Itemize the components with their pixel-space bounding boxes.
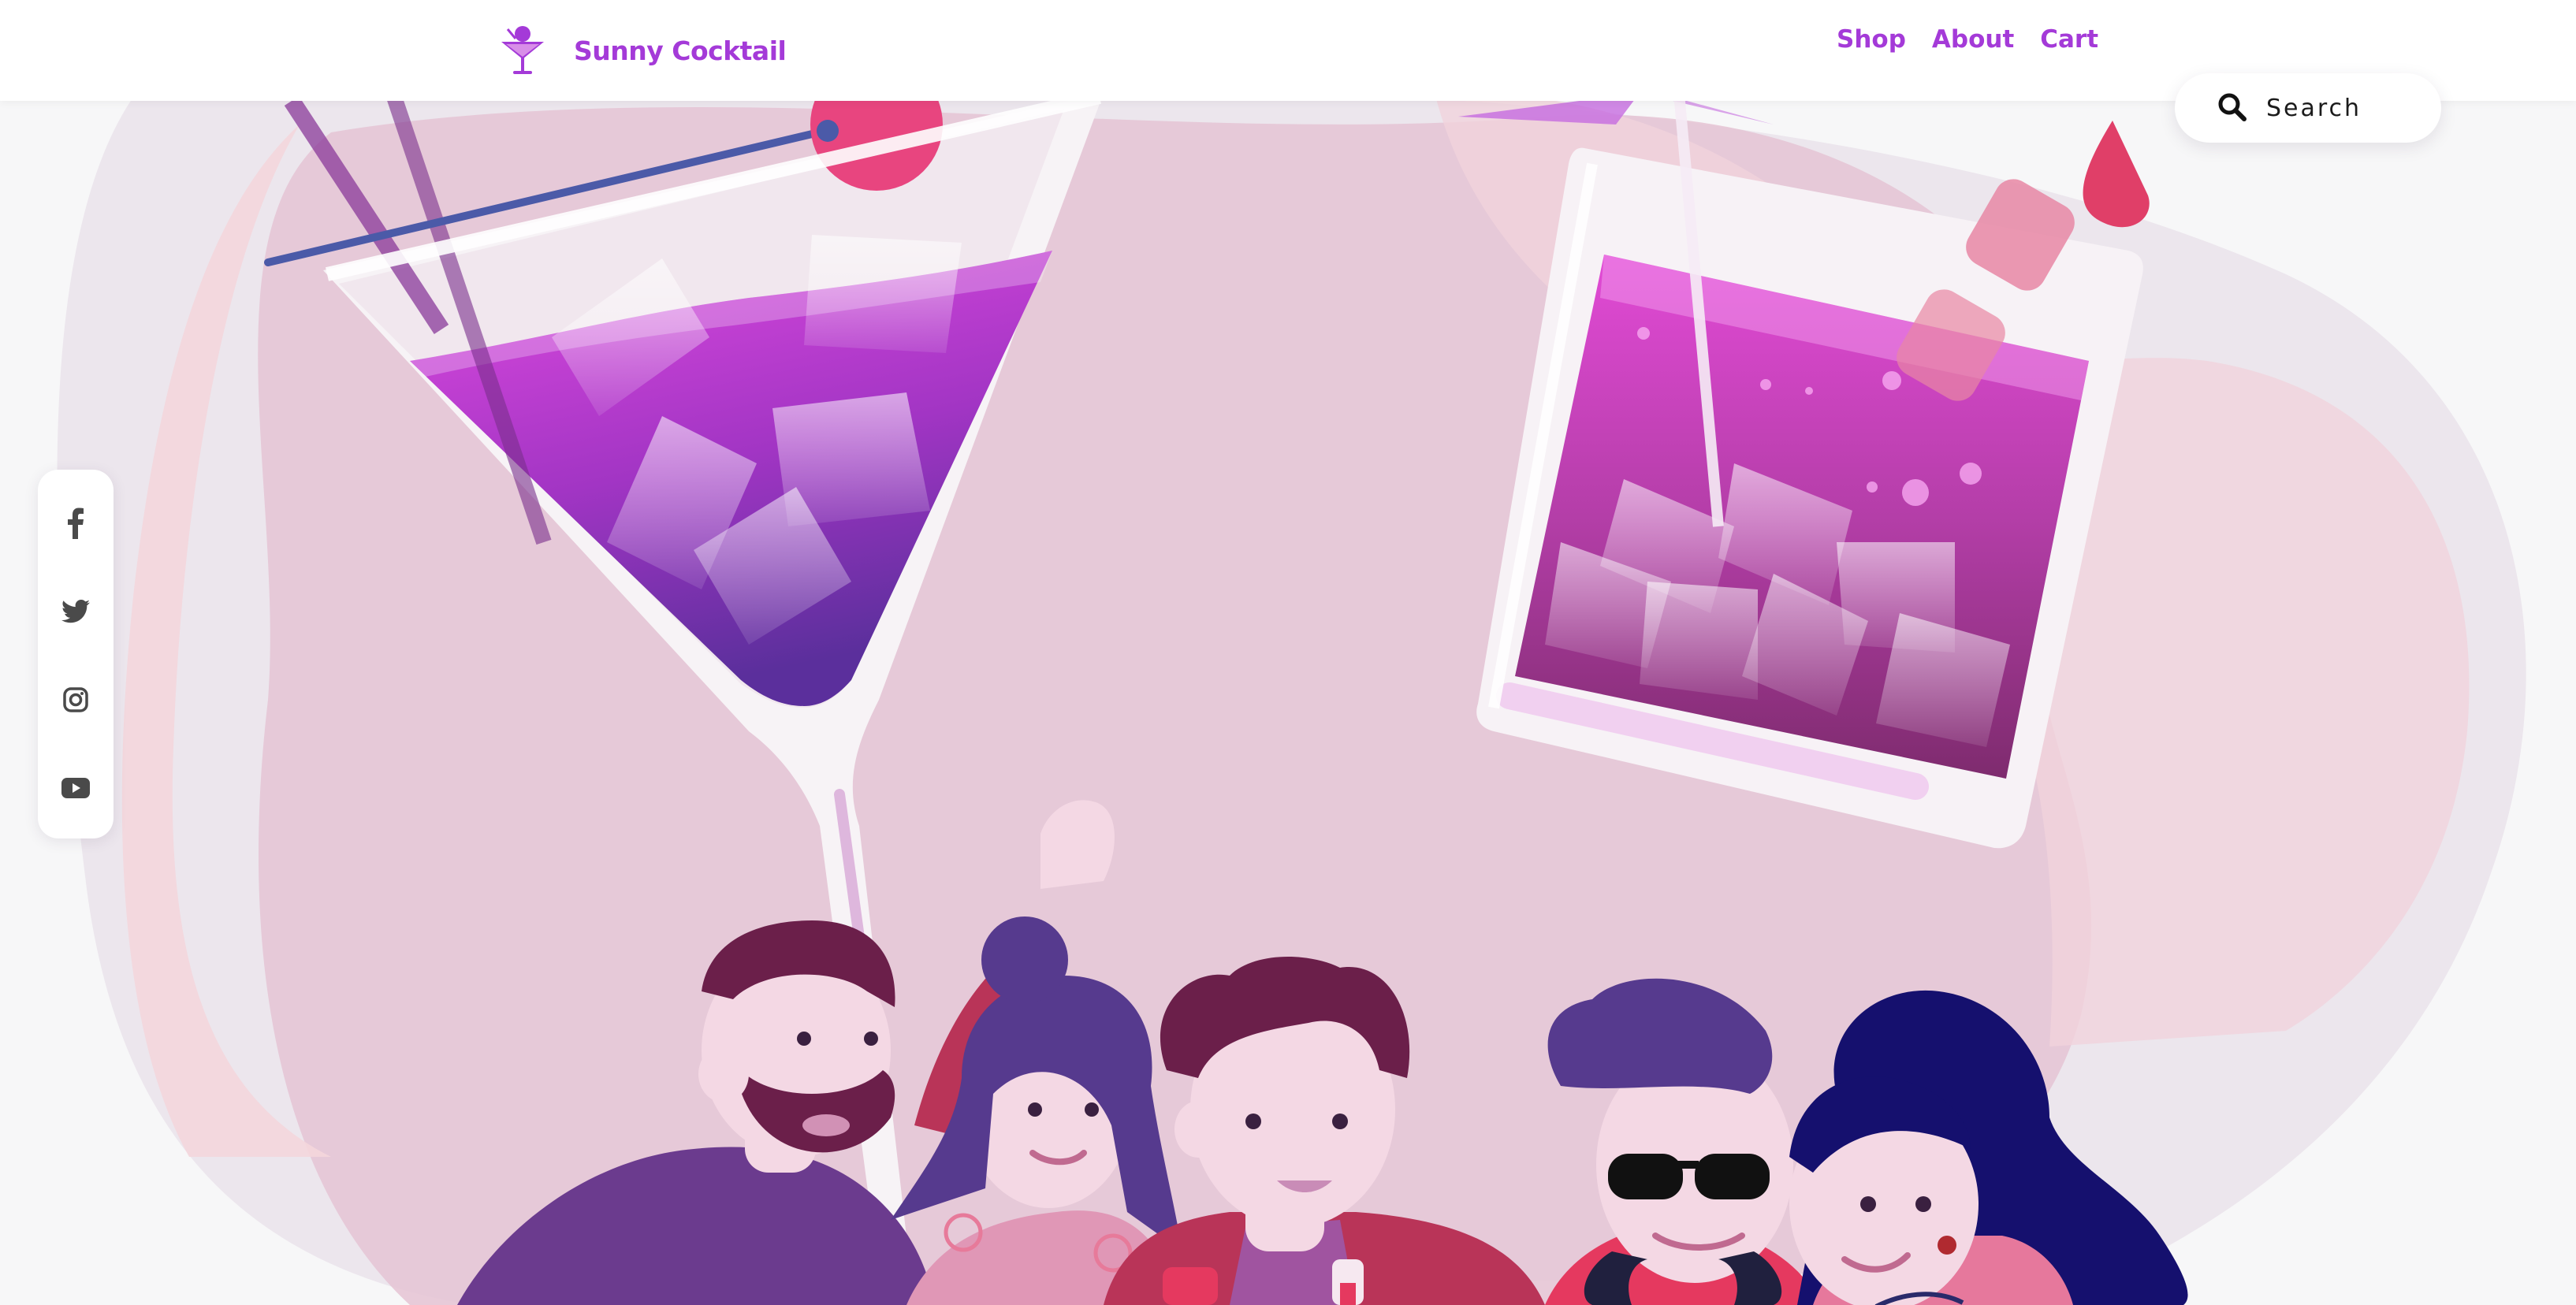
- nav-link-cart[interactable]: Cart: [2040, 25, 2098, 54]
- instagram-icon: [63, 687, 88, 712]
- youtube-icon: [61, 778, 90, 798]
- nav-link-about[interactable]: About: [1932, 25, 2014, 54]
- party-illustration: [57, 101, 2526, 1305]
- nav-link-shop[interactable]: Shop: [1837, 25, 1906, 54]
- search-input[interactable]: [2265, 89, 2425, 127]
- brand[interactable]: Sunny Cocktail: [498, 11, 787, 90]
- facebook-icon: [68, 507, 84, 539]
- brand-name: Sunny Cocktail: [574, 35, 787, 66]
- hero-illustration: [0, 101, 2576, 1305]
- social-links-bar: [38, 470, 114, 838]
- facebook-link[interactable]: [55, 503, 96, 544]
- main-nav: Shop About Cart: [1837, 25, 2098, 54]
- instagram-link[interactable]: [55, 679, 96, 720]
- search-box[interactable]: [2175, 73, 2441, 143]
- twitter-icon: [61, 600, 90, 623]
- youtube-link[interactable]: [55, 768, 96, 809]
- cocktail-glass-icon: [501, 26, 544, 74]
- twitter-link[interactable]: [55, 591, 96, 632]
- search-icon[interactable]: [2217, 92, 2247, 122]
